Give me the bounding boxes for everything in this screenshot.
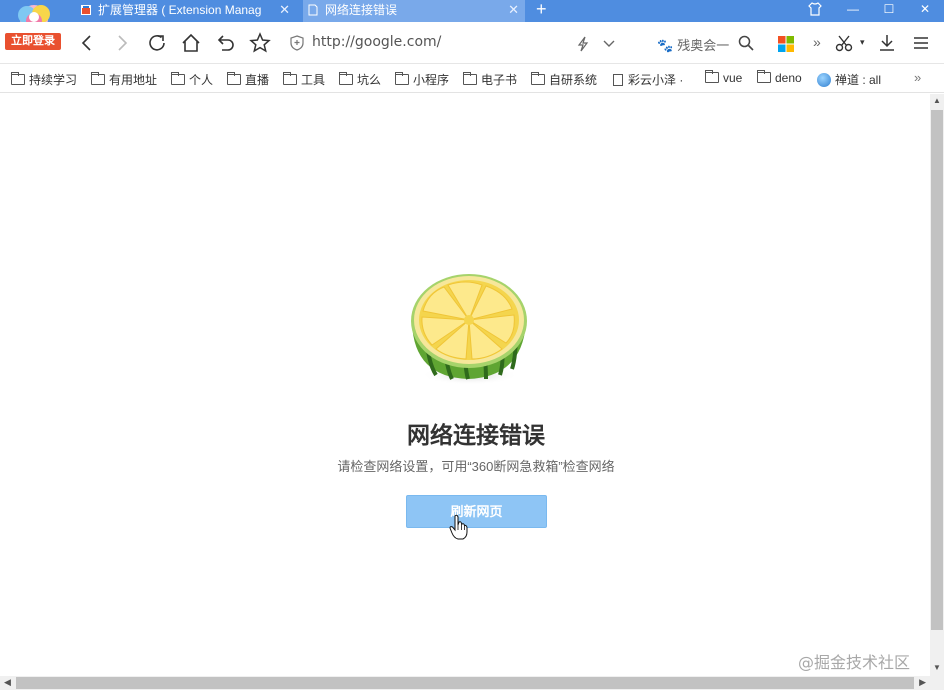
tab-close-icon[interactable]: ✕ (279, 0, 290, 20)
navigation-bar: http://google.com/ 🐾 残奥会一 » ▾ (0, 22, 944, 64)
close-window-button[interactable]: ✕ (910, 0, 940, 22)
page-content: 网络连接错误 请检查网络设置，可用“360断网急救箱”检查网络 刷新网页 (0, 94, 930, 676)
bookmark-item[interactable]: 直播 (227, 71, 269, 88)
security-shield-icon[interactable] (289, 35, 305, 51)
bookmark-item[interactable]: 自研系统 (531, 71, 597, 88)
folder-icon (463, 72, 477, 85)
screenshot-scissors-icon[interactable] (835, 34, 853, 52)
bookmark-item[interactable]: 禅道 : all (817, 71, 881, 88)
refresh-page-button[interactable]: 刷新网页 (406, 495, 547, 528)
folder-icon (283, 72, 297, 85)
horizontal-scroll-thumb[interactable] (16, 677, 914, 689)
scrollbar-corner (930, 676, 944, 690)
vertical-scroll-thumb[interactable] (931, 110, 943, 630)
tab-extension-manager[interactable]: 扩展管理器 ( Extension Manag ✕ (76, 0, 296, 22)
screenshot-dropdown-icon[interactable]: ▾ (860, 37, 865, 48)
more-tools-icon[interactable]: » (813, 34, 821, 50)
apps-grid-icon[interactable] (778, 36, 794, 52)
minimize-button[interactable]: — (838, 0, 868, 22)
title-bar: 扩展管理器 ( Extension Manag ✕ 网络连接错误 ✕ + — ☐… (0, 0, 944, 22)
watermark-text: @掘金技术社区 (798, 653, 911, 672)
baidu-paw-icon: 🐾 (657, 38, 674, 53)
login-badge[interactable]: 立即登录 (5, 33, 61, 50)
tab-network-error[interactable]: 网络连接错误 ✕ (303, 0, 525, 22)
search-icon[interactable] (738, 35, 754, 51)
scroll-down-arrow-icon[interactable]: ▼ (933, 663, 941, 672)
folder-icon (395, 72, 409, 85)
forward-icon[interactable] (111, 32, 133, 54)
bookmark-item[interactable]: 坑么 (339, 71, 381, 88)
bookmark-overflow-icon[interactable]: » (914, 70, 921, 85)
tab-label: 网络连接错误 (325, 3, 398, 17)
folder-icon (227, 72, 241, 85)
folder-icon (91, 72, 105, 85)
bookmark-item[interactable]: 个人 (171, 71, 213, 88)
vertical-scrollbar[interactable]: ▲ ▼ (930, 94, 944, 676)
reload-icon[interactable] (146, 32, 168, 54)
speed-mode-bolt-icon[interactable] (576, 36, 590, 52)
scroll-left-arrow-icon[interactable]: ◀ (4, 677, 11, 688)
bookmark-item[interactable]: vue (705, 70, 742, 85)
maximize-button[interactable]: ☐ (874, 0, 904, 22)
favorite-star-icon[interactable] (249, 32, 271, 54)
page-favicon-icon (308, 4, 318, 16)
hand-cursor-icon (449, 514, 468, 540)
watermelon-illustration-icon (411, 274, 527, 385)
download-icon[interactable] (878, 34, 896, 52)
folder-icon (11, 72, 25, 85)
tab-close-icon[interactable]: ✕ (508, 0, 519, 20)
scroll-up-arrow-icon[interactable]: ▲ (933, 96, 941, 105)
bookmark-bar: 持续学习 有用地址 个人 直播 工具 坑么 小程序 电子书 自研系统 彩云小泽 … (0, 65, 944, 93)
horizontal-scrollbar[interactable]: ◀ ▶ (0, 676, 930, 690)
search-suggestion-text: 残奥会一 (677, 38, 730, 53)
bookmark-item[interactable]: 彩云小泽 · (613, 71, 683, 88)
error-title: 网络连接错误 (407, 423, 545, 449)
address-dropdown-chevron-icon[interactable] (602, 36, 616, 50)
extension-favicon-icon (81, 5, 91, 15)
new-tab-button[interactable]: + (536, 0, 547, 20)
folder-icon (339, 72, 353, 85)
scroll-right-arrow-icon[interactable]: ▶ (919, 677, 926, 688)
undo-icon[interactable] (214, 32, 236, 54)
bookmark-item[interactable]: deno (757, 70, 802, 85)
bookmark-item[interactable]: 工具 (283, 71, 325, 88)
tab-label: 扩展管理器 ( Extension Manag (98, 3, 262, 17)
back-icon[interactable] (76, 32, 98, 54)
skin-icon[interactable] (800, 0, 830, 22)
error-description: 请检查网络设置，可用“360断网急救箱”检查网络 (337, 459, 615, 474)
menu-hamburger-icon[interactable] (912, 34, 930, 52)
folder-icon (531, 72, 545, 85)
bookmark-item[interactable]: 持续学习 (11, 71, 77, 88)
address-bar-input[interactable]: http://google.com/ (312, 34, 441, 50)
bookmark-item[interactable]: 电子书 (463, 71, 517, 88)
bookmark-item[interactable]: 有用地址 (91, 71, 157, 88)
folder-icon (171, 72, 185, 85)
folder-icon (757, 70, 771, 83)
folder-icon (705, 70, 719, 83)
page-icon (613, 74, 623, 86)
globe-icon (817, 73, 831, 87)
search-engine-box[interactable]: 🐾 残奥会一 (657, 35, 729, 54)
bookmark-item[interactable]: 小程序 (395, 71, 449, 88)
home-icon[interactable] (180, 32, 202, 54)
